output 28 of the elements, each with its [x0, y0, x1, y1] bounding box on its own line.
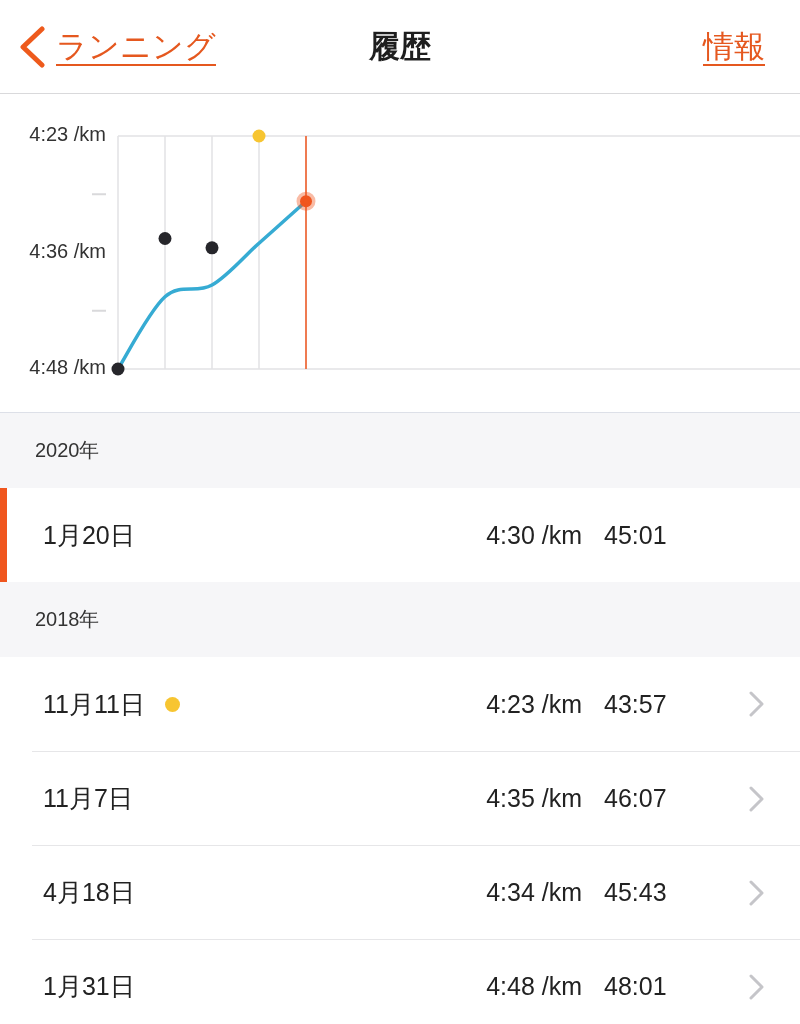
duration-value: 45:01	[604, 520, 667, 550]
duration-value: 48:01	[604, 972, 667, 1001]
chevron-left-icon	[18, 25, 46, 68]
duration-value: 46:07	[604, 784, 667, 813]
pace-value: 4:48 /km	[486, 972, 582, 1001]
chevron-right-icon	[748, 784, 765, 813]
duration-value: 43:57	[604, 689, 667, 719]
date-label: 1月31日	[43, 971, 135, 1002]
chevron-right-icon	[748, 690, 765, 718]
back-button[interactable]: ランニング	[18, 25, 216, 68]
date-label: 4月18日	[43, 877, 135, 908]
chevron-right-icon	[748, 878, 765, 907]
pace-value: 4:34 /km	[486, 878, 582, 907]
duration-value: 45:43	[604, 878, 667, 907]
year-label: 2020年	[35, 438, 100, 463]
pace-value: 4:35 /km	[486, 784, 582, 813]
date-label: 11月7日	[43, 783, 133, 814]
axis-label: 4:36 /km	[29, 239, 106, 262]
page-title: 履歴	[369, 27, 431, 66]
pace-value: 4:23 /km	[486, 689, 582, 719]
axis-label: 4:48 /km	[29, 356, 106, 379]
date-label: 11月11日	[43, 688, 145, 720]
info-link[interactable]: 情報	[703, 25, 765, 68]
axis-label: 4:23 /km	[29, 123, 106, 146]
chevron-right-icon	[748, 972, 765, 1001]
date-label: 1月20日	[43, 519, 135, 551]
year-label: 2018年	[35, 607, 100, 632]
pace-value: 4:30 /km	[486, 520, 582, 550]
